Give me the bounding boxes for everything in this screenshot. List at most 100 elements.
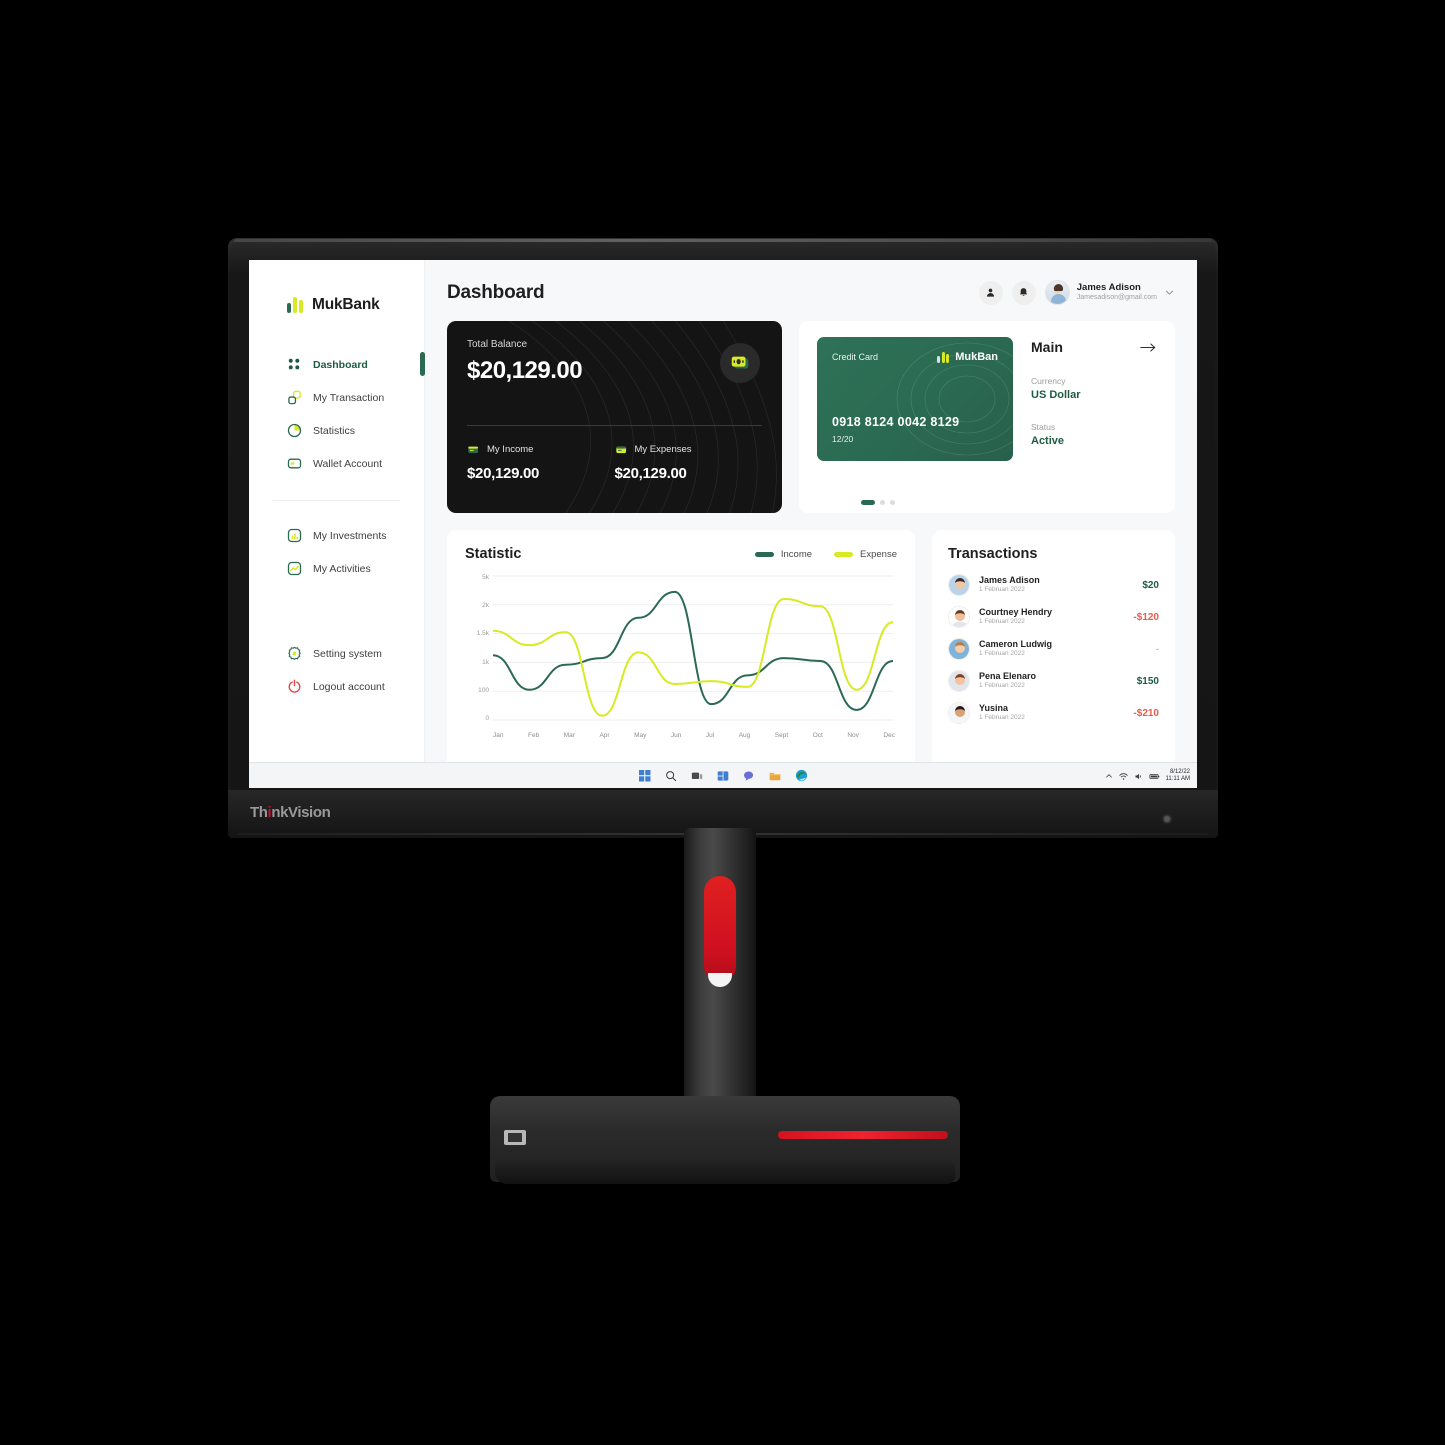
chat-icon[interactable] [742,768,757,783]
grid-icon [287,357,302,372]
card-account-title: Main [1031,339,1063,355]
sidebar-item-setting-system[interactable]: Setting system [249,637,424,670]
transaction-meta: Cameron Ludwig1 Februari 2022 [979,639,1147,659]
transaction-avatar [948,574,970,596]
income-block: My Income $20,129.00 [467,443,615,482]
monitor: MukBank Dashboard [228,238,1218,838]
legend-swatch [755,552,774,557]
transaction-row[interactable]: Courtney Hendry1 Februari 2022-$120 [948,606,1159,628]
sidebar-item-my-activities[interactable]: My Activities [249,552,424,585]
chevron-down-icon [1164,287,1175,298]
x-tick: Dec [883,732,895,739]
transaction-date: 1 Februari 2022 [979,682,1128,690]
chart-area: 5k 2k 1.5k 1k 100 0 JanFebMarAprMayJunJu… [465,572,897,756]
profile-icon-button[interactable] [979,281,1003,305]
x-tick: Jun [671,732,681,739]
logo-bars-icon [287,297,303,313]
transaction-row[interactable]: Cameron Ludwig1 Februari 2022- [948,638,1159,660]
user-info: James Adison Jamesadison@gmail.com [1077,282,1157,302]
money-icon [729,352,751,374]
wifi-icon[interactable] [1119,772,1128,781]
currency-value: US Dollar [1031,389,1157,401]
total-balance-label: Total Balance [467,339,762,350]
activity-icon [287,561,302,576]
x-tick: Feb [528,732,539,739]
bar-chart-icon [287,528,302,543]
transaction-row[interactable]: James Adison1 Februari 2022 $20 [948,574,1159,596]
currency-label: Currency [1031,376,1157,386]
legend-item-expense: Expense [834,549,897,560]
expenses-card-icon [615,443,628,456]
sidebar-item-dashboard[interactable]: Dashboard [249,348,424,381]
carousel-dot-active[interactable] [861,500,875,505]
transaction-date: 1 Februari 2022 [979,650,1147,658]
battery-icon[interactable] [1149,772,1160,781]
transaction-amount: $150 [1137,676,1159,687]
sidebar-item-wallet-account[interactable]: Wallet Account [249,447,424,480]
expenses-block: My Expenses $20,129.00 [615,443,763,482]
transaction-meta: James Adison1 Februari 2022 [979,575,1133,595]
monitor-top-highlight [234,239,1212,242]
transaction-row[interactable]: Yusina1 Februari 2022-$210 [948,702,1159,724]
card-divider [467,425,762,426]
search-icon[interactable] [664,768,679,783]
sidebar-item-my-transaction[interactable]: My Transaction [249,381,424,414]
sidebar-item-logout-account[interactable]: Logout account [249,670,424,703]
user-menu[interactable]: James Adison Jamesadison@gmail.com [1045,280,1175,305]
sidebar-divider [273,500,400,501]
transaction-row[interactable]: Pena Elenaro1 Februari 2022 $150 [948,670,1159,692]
sidebar-item-statistics[interactable]: Statistics [249,414,424,447]
file-explorer-icon[interactable] [768,768,783,783]
statistic-header: Statistic Income Expense [465,546,897,562]
transaction-avatar [948,638,970,660]
carousel-dot[interactable] [880,500,885,505]
transaction-name: Courtney Hendry [979,607,1124,618]
top-bar: Dashboard [447,280,1175,305]
y-tick: 100 [465,687,489,694]
legend-item-income: Income [755,549,812,560]
chart-line-expense [493,599,893,716]
x-tick: Mar [564,732,575,739]
cable-slot [704,876,736,981]
taskbar-clock[interactable]: 8/12/22 11:11 AM [1166,769,1190,784]
active-indicator [420,352,425,376]
edge-icon[interactable] [794,768,809,783]
volume-icon[interactable] [1134,772,1143,781]
transaction-meta: Pena Elenaro1 Februari 2022 [979,671,1128,691]
monitor-stand-neck [684,828,756,1118]
sidebar-item-my-investments[interactable]: My Investments [249,519,424,552]
arrow-right-icon[interactable] [1140,341,1157,354]
card-carousel-dots[interactable] [861,500,895,505]
app-window: MukBank Dashboard [249,260,1197,788]
task-view-icon[interactable] [690,768,705,783]
sidebar-spacer [249,585,424,637]
card-number: 0918 8124 0042 8129 [832,415,959,429]
cable-slot-end [708,973,732,987]
pie-chart-icon [287,423,302,438]
transaction-amount: $20 [1142,580,1159,591]
start-icon[interactable] [638,768,653,783]
sidebar: MukBank Dashboard [249,260,425,788]
credit-card[interactable]: Credit Card MukBan 0918 8124 0042 8129 [817,337,1013,461]
widgets-icon[interactable] [716,768,731,783]
y-axis-labels: 5k 2k 1.5k 1k 100 0 [465,574,489,722]
y-tick: 1.5k [465,630,489,637]
notifications-button[interactable] [1012,281,1036,305]
transaction-amount: -$120 [1133,612,1159,623]
page-title: Dashboard [447,282,544,304]
sidebar-nav: Dashboard My Transaction [249,348,424,703]
x-axis-labels: JanFebMarAprMayJunJulAugSeptOctNovDec [493,732,895,739]
credit-card-label: Credit Card [832,352,878,362]
carousel-dot[interactable] [890,500,895,505]
gear-icon [287,646,302,661]
main-content: Dashboard [425,260,1197,788]
sidebar-item-label: Logout account [313,681,385,693]
sidebar-item-label: My Activities [313,563,371,575]
chevron-up-icon[interactable] [1105,772,1113,780]
transaction-date: 1 Februari 2022 [979,586,1133,594]
user-email: Jamesadison@gmail.com [1077,294,1157,302]
monitor-screen: MukBank Dashboard [249,260,1197,788]
transaction-name: Yusina [979,703,1124,714]
credit-card-brand: MukBan [937,351,998,363]
y-tick: 5k [465,574,489,581]
